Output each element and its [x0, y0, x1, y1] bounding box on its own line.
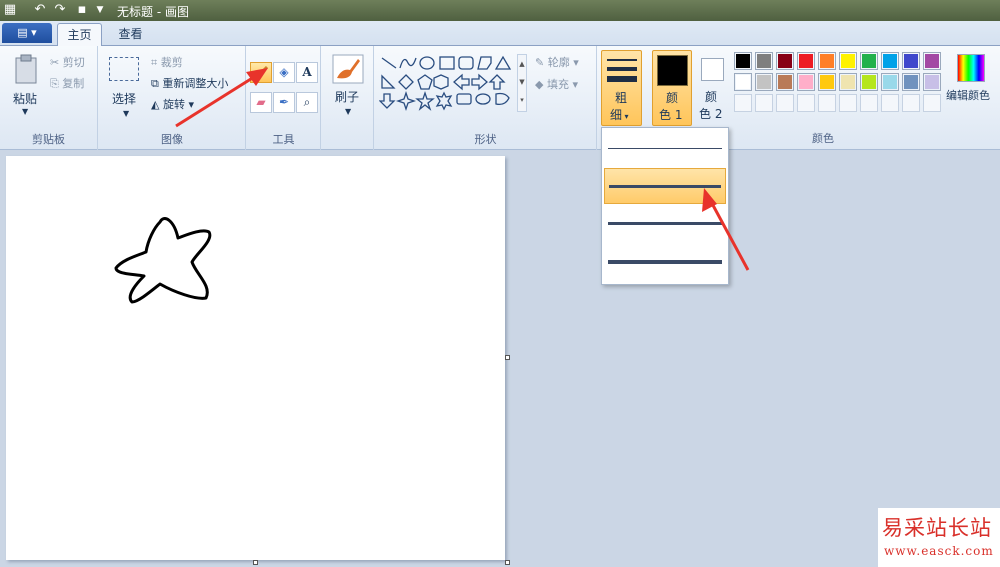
watermark-logo: 易采站长站 www.easck.com: [878, 508, 1000, 567]
annotation-arrows: [175, 68, 750, 271]
watermark-line2: www.easck.com: [884, 544, 994, 558]
watermark-line1: 易采站长站: [882, 516, 992, 540]
